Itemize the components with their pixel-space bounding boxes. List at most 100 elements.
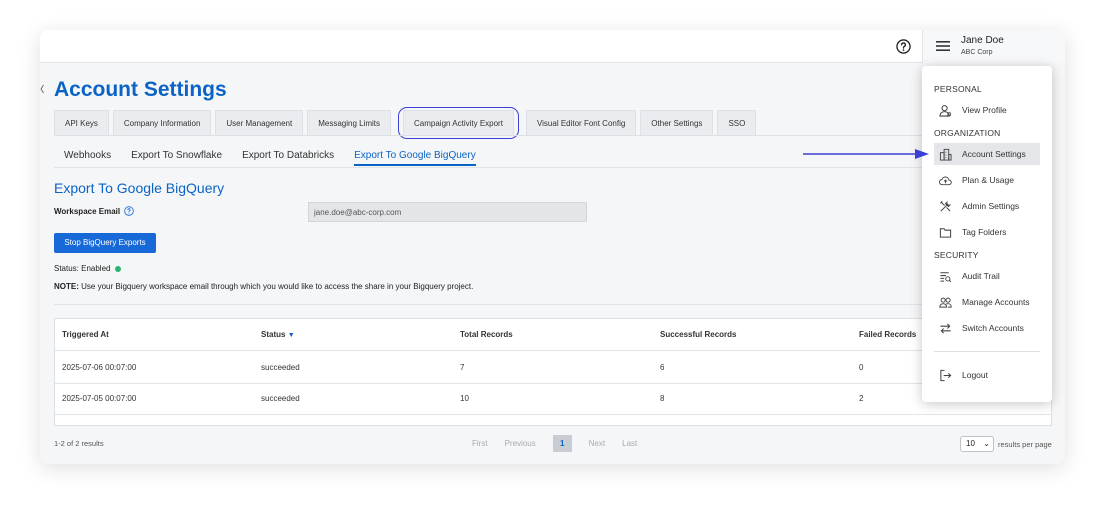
tab-company-information[interactable]: Company Information [112, 110, 212, 136]
tools-icon [940, 200, 952, 212]
table-row: 2025-07-06 00:07:00 succeeded 7 6 0 [55, 352, 1051, 384]
pager-previous[interactable]: Previous [505, 439, 536, 448]
cell-triggered-at: 2025-07-05 00:07:00 [62, 394, 137, 403]
menu-item-label: Manage Accounts [962, 297, 1030, 307]
help-circle-icon[interactable] [896, 39, 911, 54]
pager-next[interactable]: Next [589, 439, 605, 448]
note-label: NOTE: [54, 282, 79, 291]
tab-user-management[interactable]: User Management [215, 110, 304, 136]
logout-icon [940, 369, 952, 381]
cell-status: succeeded [261, 363, 300, 372]
export-subtabs: Webhooks Export To Snowflake Export To D… [64, 150, 496, 166]
status-text: Status: Enabled [54, 264, 111, 273]
workspace-email-label-text: Workspace Email [54, 206, 121, 216]
annotation-arrow [803, 149, 929, 159]
user-company: ABC Corp [961, 49, 993, 56]
workspace-email-field[interactable] [308, 202, 587, 222]
tab-other-settings[interactable]: Other Settings [640, 110, 714, 136]
subtab-export-to-google-bigquery[interactable]: Export To Google BigQuery [354, 150, 476, 166]
section-divider [54, 304, 1051, 305]
menu-item-logout[interactable]: Logout [934, 364, 1040, 386]
per-page-select[interactable]: 10 ⌄ [960, 436, 994, 452]
menu-item-manage-accounts[interactable]: Manage Accounts [934, 291, 1040, 313]
per-page-value: 10 [966, 439, 975, 448]
menu-item-switch-accounts[interactable]: Switch Accounts [934, 317, 1040, 339]
menu-item-label: Audit Trail [962, 271, 1000, 281]
audit-list-icon [940, 271, 952, 282]
menu-item-label: View Profile [962, 105, 1007, 115]
export-history-table: Triggered At Status ▼ Total Records Succ… [54, 318, 1052, 426]
table-header-row: Triggered At Status ▼ Total Records Succ… [55, 319, 1051, 351]
chevron-down-icon: ⌄ [983, 439, 990, 448]
column-header-successful-records[interactable]: Successful Records [660, 319, 736, 351]
menu-divider [934, 351, 1040, 352]
user-profile-icon [939, 104, 952, 117]
table-row: 2025-07-05 00:07:00 succeeded 10 8 2 [55, 383, 1051, 415]
app-window: Jane Doe ABC Corp Account Settings API K… [40, 30, 1065, 464]
subtabs-divider [54, 167, 934, 168]
pagination: First Previous 1 Next Last [472, 435, 654, 452]
user-menu-toggle[interactable]: Jane Doe ABC Corp [922, 30, 1065, 63]
menu-heading-personal: PERSONAL [934, 84, 982, 94]
collapse-handle-icon[interactable] [40, 84, 44, 94]
tab-visual-editor-font-config[interactable]: Visual Editor Font Config [525, 110, 637, 136]
menu-item-label: Logout [962, 370, 988, 380]
folder-icon [939, 227, 952, 238]
workspace-email-label: Workspace Email [54, 206, 134, 216]
column-header-triggered-at[interactable]: Triggered At [62, 319, 109, 351]
hamburger-menu-icon[interactable] [936, 40, 950, 52]
users-icon [939, 297, 952, 308]
pager-current-page[interactable]: 1 [552, 435, 572, 452]
status-line: Status: Enabled [54, 264, 122, 273]
tab-messaging-limits[interactable]: Messaging Limits [307, 110, 392, 136]
pager-last[interactable]: Last [622, 439, 637, 448]
subtab-webhooks[interactable]: Webhooks [64, 150, 111, 166]
tab-campaign-activity-export[interactable]: Campaign Activity Export [398, 107, 519, 139]
status-dot-icon [115, 265, 122, 272]
tabs-divider [54, 135, 934, 136]
top-bar: Jane Doe ABC Corp [40, 30, 1065, 63]
cloud-upload-icon [939, 176, 952, 185]
cell-triggered-at: 2025-07-06 00:07:00 [62, 363, 137, 372]
question-icon[interactable] [124, 206, 134, 216]
settings-tabs: API Keys Company Information User Manage… [54, 107, 760, 139]
menu-item-label: Admin Settings [962, 201, 1020, 211]
menu-item-label: Switch Accounts [962, 323, 1024, 333]
note-line: NOTE: Use your Bigquery workspace email … [54, 282, 473, 291]
menu-item-audit-trail[interactable]: Audit Trail [934, 265, 1040, 287]
stop-bigquery-exports-button[interactable]: Stop BigQuery Exports [54, 233, 156, 253]
tab-sso[interactable]: SSO [717, 110, 757, 136]
menu-item-admin-settings[interactable]: Admin Settings [934, 195, 1040, 217]
subtab-export-to-snowflake[interactable]: Export To Snowflake [131, 150, 222, 166]
cell-successful-records: 6 [660, 363, 665, 372]
column-header-total-records[interactable]: Total Records [460, 319, 513, 351]
menu-heading-security: SECURITY [934, 250, 979, 260]
subtab-export-to-databricks[interactable]: Export To Databricks [242, 150, 334, 166]
menu-item-account-settings[interactable]: Account Settings [934, 143, 1040, 165]
cell-failed-records: 0 [859, 363, 864, 372]
column-header-status-label: Status [261, 330, 286, 339]
pager-first[interactable]: First [472, 439, 488, 448]
menu-item-view-profile[interactable]: View Profile [934, 99, 1040, 121]
user-name: Jane Doe [961, 35, 1004, 46]
menu-item-label: Account Settings [962, 149, 1026, 159]
menu-item-plan-usage[interactable]: Plan & Usage [934, 169, 1040, 191]
cell-total-records: 7 [460, 363, 465, 372]
menu-item-tag-folders[interactable]: Tag Folders [934, 221, 1040, 243]
cell-successful-records: 8 [660, 394, 665, 403]
cell-failed-records: 2 [859, 394, 864, 403]
menu-item-label: Plan & Usage [962, 175, 1014, 185]
note-text: Use your Bigquery workspace email throug… [78, 282, 474, 291]
column-header-failed-records[interactable]: Failed Records [859, 319, 916, 351]
menu-heading-organization: ORGANIZATION [934, 128, 1001, 138]
results-count: 1-2 of 2 results [54, 439, 104, 448]
tab-api-keys[interactable]: API Keys [54, 110, 109, 136]
building-icon [939, 148, 952, 161]
sort-down-icon[interactable]: ▼ [288, 332, 295, 339]
cell-status: succeeded [261, 394, 300, 403]
menu-item-label: Tag Folders [962, 227, 1007, 237]
per-page-label: results per page [998, 439, 1052, 449]
user-dropdown-menu: PERSONAL View Profile ORGANIZATION Accou… [922, 66, 1052, 402]
column-header-status[interactable]: Status ▼ [261, 319, 295, 351]
page-title: Account Settings [54, 78, 227, 101]
